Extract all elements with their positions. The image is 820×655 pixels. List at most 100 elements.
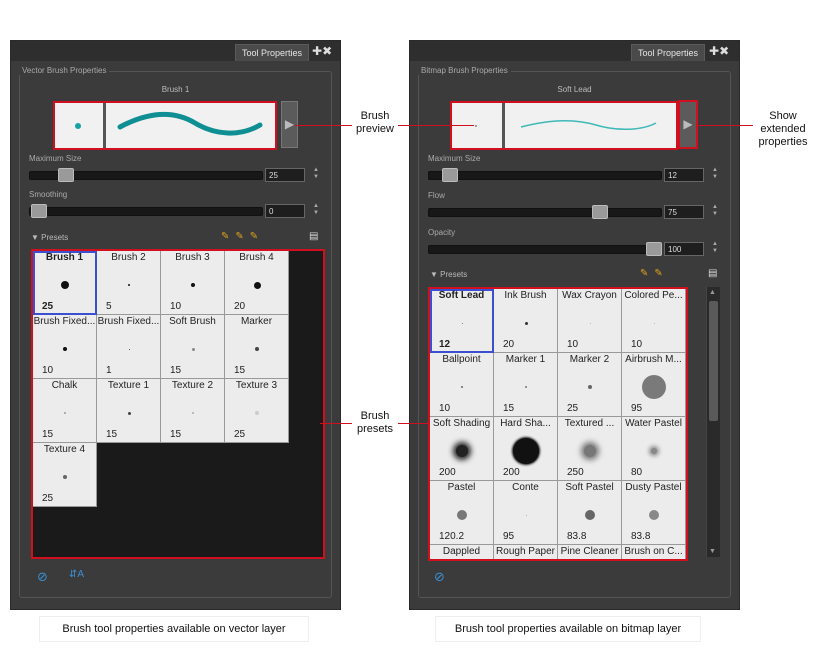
preset-size: 12 <box>439 339 451 350</box>
maximum-size-stepper[interactable]: ▲ ▼ <box>312 167 320 181</box>
preset-cell[interactable]: Brush Fixed... 1 <box>97 315 161 379</box>
preset-size: 1 <box>106 365 112 376</box>
preset-cell[interactable]: Rough Paper <box>494 545 558 559</box>
flow-slider-handle[interactable] <box>592 205 608 219</box>
preset-cell[interactable]: Water Pastel 80 <box>622 417 686 481</box>
preset-cell[interactable]: Pastel 120.2 <box>430 481 494 545</box>
brush-tip-preview-icon <box>475 125 477 127</box>
preset-cell[interactable]: Marker 2 25 <box>558 353 622 417</box>
preset-action-icons[interactable]: ✎✎ <box>640 268 669 279</box>
auto-flatten-icon[interactable]: ⇵A <box>69 569 84 580</box>
preset-cell[interactable]: Wax Crayon 10 <box>558 289 622 353</box>
flow-slider[interactable] <box>428 208 662 217</box>
preset-cell[interactable]: Soft Shading 200 <box>430 417 494 481</box>
preset-cell[interactable]: Marker 1 15 <box>494 353 558 417</box>
smoothing-field[interactable]: 0 <box>265 204 305 218</box>
preset-cell[interactable]: Conte 95 <box>494 481 558 545</box>
presets-header[interactable]: ▼ Presets <box>31 233 68 242</box>
preset-size: 10 <box>170 301 182 312</box>
preset-cell[interactable]: Brush 4 20 <box>225 251 289 315</box>
callout-brush-presets: Brush presets <box>352 410 398 436</box>
panel-menu-icons[interactable]: ✚✖ <box>709 44 729 58</box>
brush-presets-grid[interactable]: Brush 1 25 Brush 2 5 Brush 3 10 Brush 4 20 Brush… <box>31 249 325 559</box>
flow-label: Flow <box>428 191 445 200</box>
preset-cell[interactable]: Texture 2 15 <box>161 379 225 443</box>
preset-cell[interactable]: Marker 15 <box>225 315 289 379</box>
smoothing-stepper[interactable]: ▲ ▼ <box>312 203 320 217</box>
close-icon[interactable]: ✖ <box>719 44 729 58</box>
preset-name: Texture 3 <box>235 380 278 391</box>
maximum-size-slider[interactable] <box>428 171 662 180</box>
maximum-size-slider-handle[interactable] <box>58 168 74 182</box>
maximum-size-field[interactable]: 12 <box>664 168 704 182</box>
brush-tip-icon <box>255 347 259 351</box>
new-preset-icon[interactable]: ✎ <box>640 268 654 279</box>
smoothing-slider-handle[interactable] <box>31 204 47 218</box>
preset-cell[interactable]: Brush Fixed... 10 <box>33 315 97 379</box>
preset-cell[interactable]: Soft Brush 15 <box>161 315 225 379</box>
preset-cell[interactable]: Brush 2 5 <box>97 251 161 315</box>
preset-size: 200 <box>503 467 520 478</box>
tab-tool-properties[interactable]: Tool Properties <box>235 44 309 61</box>
preset-size: 15 <box>170 429 182 440</box>
stroke-preview-toggle-icon[interactable]: ⊘ <box>37 569 48 585</box>
update-preset-icon[interactable]: ✎ <box>235 231 249 242</box>
preset-cell[interactable]: Chalk 15 <box>33 379 97 443</box>
preset-cell[interactable]: Brush on C... <box>622 545 686 559</box>
panel-tab-bar: Tool Properties ✚✖ <box>11 41 340 61</box>
preset-cell[interactable]: Dusty Pastel 83.8 <box>622 481 686 545</box>
brush-tip-icon <box>651 448 657 454</box>
smoothing-slider[interactable] <box>29 207 263 216</box>
update-preset-icon[interactable]: ✎ <box>654 268 668 279</box>
brush-presets-grid[interactable]: Soft Lead 12 Ink Brush 20 Wax Crayon 10 Colore… <box>428 287 688 561</box>
stroke-preview-toggle-icon[interactable]: ⊘ <box>434 569 445 585</box>
add-view-icon[interactable]: ✚ <box>709 44 719 58</box>
brush-tip-icon <box>63 347 67 351</box>
brush-tip-icon <box>192 412 194 414</box>
preset-cell[interactable]: Colored Pe... 10 <box>622 289 686 353</box>
maximum-size-field[interactable]: 25 <box>265 168 305 182</box>
opacity-stepper[interactable]: ▲ ▼ <box>711 241 719 255</box>
maximum-size-slider-handle[interactable] <box>442 168 458 182</box>
preset-cell[interactable]: Pine Cleaner <box>558 545 622 559</box>
close-icon[interactable]: ✖ <box>322 44 332 58</box>
opacity-slider-handle[interactable] <box>646 242 662 256</box>
preset-cell[interactable]: Ink Brush 20 <box>494 289 558 353</box>
brush-preview <box>450 101 678 150</box>
preset-cell[interactable]: Hard Sha... 200 <box>494 417 558 481</box>
preset-cell[interactable]: Soft Lead 12 <box>430 289 494 353</box>
preset-cell[interactable]: Textured ... 250 <box>558 417 622 481</box>
preset-cell[interactable]: Brush 3 10 <box>161 251 225 315</box>
show-extended-properties-button[interactable]: ▶ <box>678 100 698 149</box>
preset-cell[interactable]: Texture 3 25 <box>225 379 289 443</box>
tab-tool-properties[interactable]: Tool Properties <box>631 44 705 61</box>
preset-cell[interactable]: Texture 1 15 <box>97 379 161 443</box>
scroll-up-icon[interactable]: ▲ <box>709 289 716 296</box>
brush-tip-icon <box>461 386 463 388</box>
new-preset-icon[interactable]: ✎ <box>221 231 235 242</box>
maximum-size-stepper[interactable]: ▲ ▼ <box>711 167 719 181</box>
preset-action-icons[interactable]: ✎✎✎ <box>221 231 264 242</box>
brush-tip-icon <box>127 411 131 415</box>
preset-cell[interactable]: Soft Pastel 83.8 <box>558 481 622 545</box>
add-view-icon[interactable]: ✚ <box>312 44 322 58</box>
panel-menu-icons[interactable]: ✚✖ <box>312 44 332 58</box>
flow-stepper[interactable]: ▲ ▼ <box>711 204 719 218</box>
preset-cell[interactable]: Airbrush M... 95 <box>622 353 686 417</box>
preset-cell[interactable]: Dappled <box>430 545 494 559</box>
opacity-slider[interactable] <box>428 245 662 254</box>
preset-size: 15 <box>503 403 515 414</box>
presets-scrollbar[interactable]: ▲ ▼ <box>706 287 720 557</box>
preset-list-menu-icon[interactable]: ▤ <box>309 231 318 242</box>
flow-field[interactable]: 75 <box>664 205 704 219</box>
presets-header[interactable]: ▼ Presets <box>430 270 467 279</box>
preset-cell[interactable]: Brush 1 25 <box>33 251 97 315</box>
scroll-down-icon[interactable]: ▼ <box>709 548 716 555</box>
preset-cell[interactable]: Texture 4 25 <box>33 443 97 507</box>
opacity-field[interactable]: 100 <box>664 242 704 256</box>
delete-preset-icon[interactable]: ✎ <box>250 231 264 242</box>
scrollbar-thumb[interactable] <box>709 301 718 421</box>
preset-list-menu-icon[interactable]: ▤ <box>708 268 717 279</box>
preset-cell[interactable]: Ballpoint 10 <box>430 353 494 417</box>
preset-size: 20 <box>503 339 515 350</box>
